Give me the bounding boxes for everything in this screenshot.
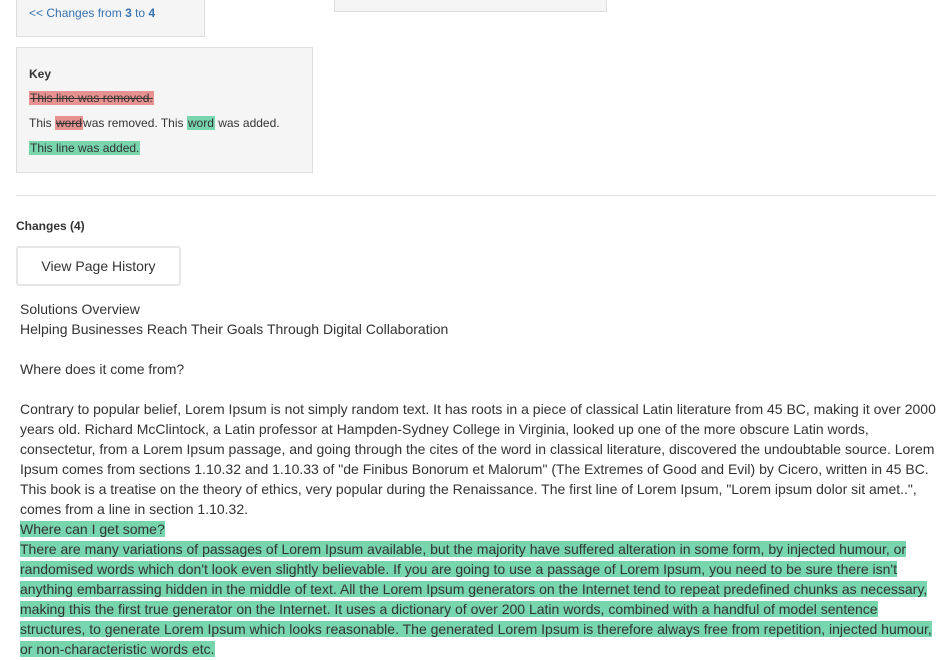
changes-heading: Changes (4) — [16, 219, 85, 233]
nav-prefix: << Changes from — [29, 6, 122, 20]
added-line-sample: This line was added. — [29, 141, 141, 155]
content-title: Solutions Overview — [20, 301, 140, 317]
content-paragraph-1: Contrary to popular belief, Lorem Ipsum … — [20, 401, 936, 517]
section-divider — [16, 195, 936, 196]
removed-line-sample: This line was removed. — [29, 91, 154, 105]
version-info-panel — [334, 0, 607, 12]
key-word-line: This wordwas removed. This word was adde… — [29, 114, 280, 132]
content-subtitle: Helping Businesses Reach Their Goals Thr… — [20, 321, 449, 337]
key-added-line: This line was added. — [29, 139, 141, 157]
nav-from-version: 3 — [125, 6, 132, 20]
key-removed-line: This line was removed. — [29, 89, 154, 107]
diff-content: Solutions Overview Helping Businesses Re… — [20, 299, 938, 659]
added-word-sample: word — [186, 116, 215, 130]
added-text: Where can I get some? — [20, 521, 165, 537]
changes-from-link[interactable]: << Changes from 3 to 4 — [29, 6, 155, 20]
diff-key-panel: Key This line was removed. This wordwas … — [16, 47, 313, 173]
key-word-text-2: was removed. This — [83, 116, 184, 130]
key-word-text-1: This — [29, 116, 52, 130]
view-page-history-button[interactable]: View Page History — [16, 246, 181, 286]
added-paragraph-2: There are many variations of passages of… — [20, 539, 938, 659]
version-nav-panel: << Changes from 3 to 4 — [16, 0, 205, 37]
content-heading-where-from: Where does it come from? — [20, 361, 185, 377]
nav-to-version: 4 — [148, 6, 156, 20]
key-word-text-3: was added. — [218, 116, 280, 130]
key-title: Key — [29, 67, 52, 81]
added-heading-where-get: Where can I get some? — [20, 519, 938, 539]
removed-word-sample: word — [55, 116, 84, 130]
nav-to-word: to — [135, 6, 146, 20]
added-text: There are many variations of passages of… — [20, 541, 932, 657]
